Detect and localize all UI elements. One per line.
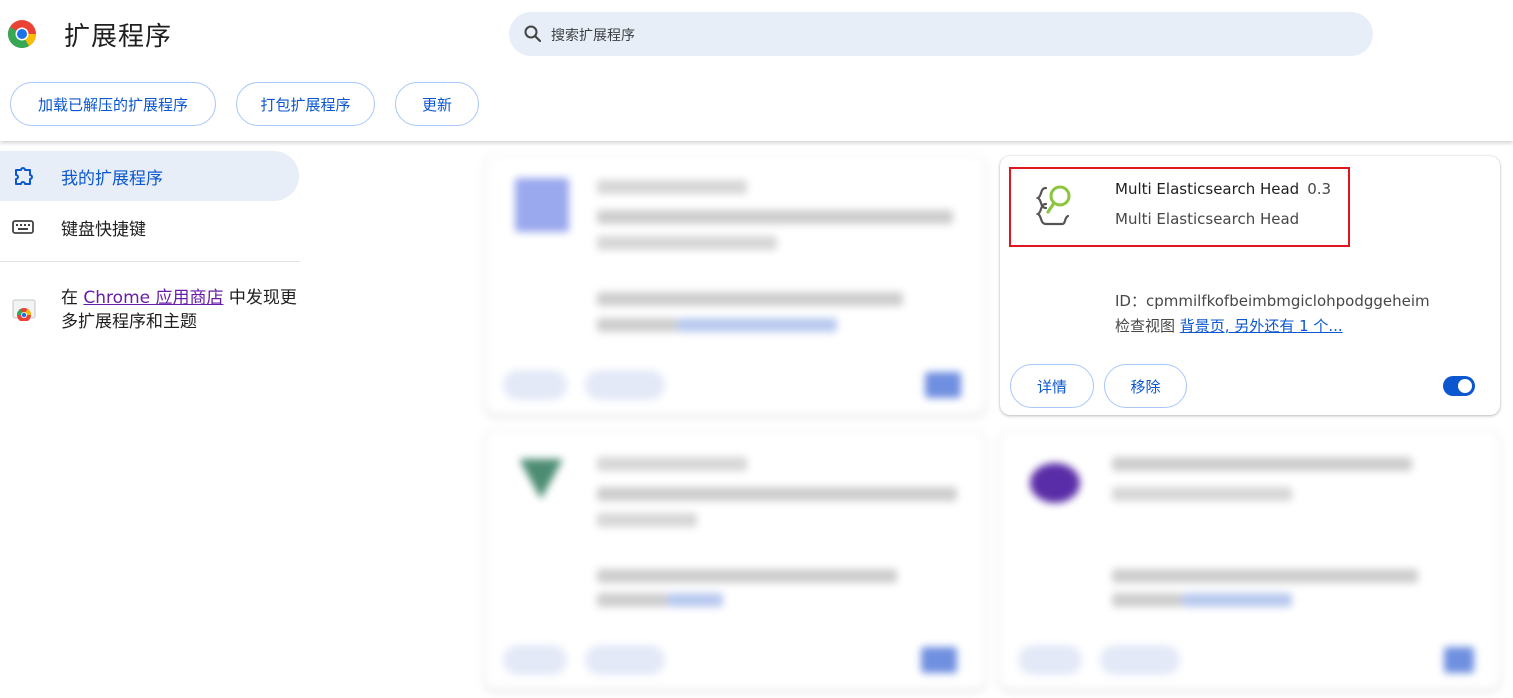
sidebar-item-label: 键盘快捷键 bbox=[61, 219, 146, 240]
sidebar-item-keyboard-shortcuts[interactable]: 键盘快捷键 bbox=[0, 202, 299, 252]
extension-icon bbox=[15, 167, 33, 185]
blurred-text bbox=[597, 457, 747, 471]
blurred-extension-icon bbox=[519, 459, 563, 499]
chrome-web-store-icon bbox=[12, 299, 36, 321]
highlight-box bbox=[1009, 167, 1350, 247]
blurred-text bbox=[597, 513, 697, 527]
page-title: 扩展程序 bbox=[64, 22, 173, 52]
blurred-button bbox=[585, 645, 665, 675]
blurred-link bbox=[677, 318, 837, 332]
chrome-logo-icon bbox=[8, 20, 36, 48]
extension-card-blurred bbox=[1000, 431, 1500, 690]
blurred-text bbox=[597, 180, 747, 194]
background-page-link[interactable]: 背景页, 另外还有 1 个... bbox=[1180, 317, 1343, 335]
extension-id-value: cpmmilfkofbeimbmgiclohpodggeheim bbox=[1145, 292, 1430, 310]
blurred-link bbox=[667, 593, 723, 607]
sidebar-item-my-extensions[interactable]: 我的扩展程序 bbox=[0, 151, 299, 201]
sidebar-divider bbox=[0, 261, 300, 262]
blurred-text bbox=[597, 318, 677, 332]
page-header: 扩展程序 搜索扩展程序 加载已解压的扩展程序 打包扩展程序 更新 bbox=[0, 0, 1513, 141]
blurred-button bbox=[503, 645, 567, 675]
details-button[interactable]: 详情 bbox=[1010, 364, 1094, 408]
extension-enable-toggle[interactable] bbox=[1443, 376, 1475, 396]
blurred-button bbox=[585, 370, 665, 400]
store-prefix: 在 bbox=[61, 288, 84, 308]
inspect-views-label: 检查视图 bbox=[1115, 317, 1180, 335]
blurred-toggle bbox=[1444, 647, 1474, 673]
blurred-button bbox=[503, 370, 567, 400]
update-button[interactable]: 更新 bbox=[395, 82, 479, 126]
blurred-text bbox=[1112, 593, 1182, 607]
blurred-button bbox=[1100, 645, 1180, 675]
keyboard-icon bbox=[12, 220, 34, 234]
chrome-web-store-link[interactable]: Chrome 应用商店 bbox=[83, 288, 223, 308]
extension-id: ID：cpmmilfkofbeimbmgiclohpodggeheim bbox=[1115, 290, 1430, 311]
blurred-text bbox=[597, 210, 953, 224]
blurred-text bbox=[597, 593, 667, 607]
web-store-promo: 在 Chrome 应用商店 中发现更多扩展程序和主题 bbox=[61, 286, 301, 334]
search-icon bbox=[524, 25, 542, 43]
remove-button[interactable]: 移除 bbox=[1104, 364, 1187, 408]
load-unpacked-button[interactable]: 加载已解压的扩展程序 bbox=[10, 82, 216, 126]
blurred-text bbox=[597, 569, 897, 583]
blurred-extension-icon bbox=[1030, 463, 1080, 503]
blurred-text bbox=[1112, 487, 1292, 501]
extension-id-label: ID： bbox=[1115, 292, 1146, 310]
extension-card-blurred bbox=[485, 431, 985, 690]
blurred-text bbox=[1112, 569, 1418, 583]
search-bar[interactable]: 搜索扩展程序 bbox=[509, 12, 1373, 56]
sidebar-item-label: 我的扩展程序 bbox=[61, 168, 163, 189]
blurred-toggle bbox=[921, 647, 957, 673]
inspect-views: 检查视图 背景页, 另外还有 1 个... bbox=[1115, 315, 1343, 336]
blurred-text bbox=[597, 487, 957, 501]
toggle-knob bbox=[1458, 379, 1472, 393]
blurred-extension-icon bbox=[515, 178, 569, 232]
search-input[interactable]: 搜索扩展程序 bbox=[551, 25, 635, 45]
blurred-text bbox=[597, 292, 903, 306]
blurred-toggle bbox=[925, 372, 961, 398]
pack-extension-button[interactable]: 打包扩展程序 bbox=[236, 82, 375, 126]
blurred-text bbox=[597, 236, 777, 250]
blurred-link bbox=[1182, 593, 1292, 607]
blurred-text bbox=[1112, 457, 1412, 471]
extension-card-blurred bbox=[485, 156, 985, 415]
blurred-button bbox=[1018, 645, 1082, 675]
